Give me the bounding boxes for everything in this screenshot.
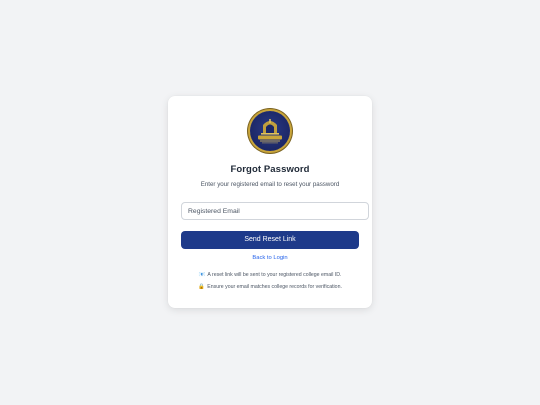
envelope-icon: 📧 [198, 272, 206, 278]
page-title: Forgot Password [230, 164, 310, 175]
verification-info-text: Ensure your email matches college record… [207, 284, 342, 290]
reset-info-note: 📧 A reset link will be sent to your regi… [168, 272, 372, 278]
college-emblem-icon [258, 119, 282, 144]
email-field[interactable] [181, 202, 369, 220]
back-to-login-link[interactable]: Back to Login [168, 255, 372, 261]
verification-info-note: 🔒 Ensure your email matches college reco… [168, 284, 372, 290]
send-reset-link-button[interactable]: Send Reset Link [181, 231, 359, 249]
reset-info-text: A reset link will be sent to your regist… [207, 272, 342, 278]
lock-icon: 🔒 [198, 284, 205, 290]
forgot-password-card: Forgot Password Enter your registered em… [168, 96, 372, 308]
page-subtitle: Enter your registered email to reset you… [200, 181, 340, 188]
college-logo [250, 111, 290, 151]
